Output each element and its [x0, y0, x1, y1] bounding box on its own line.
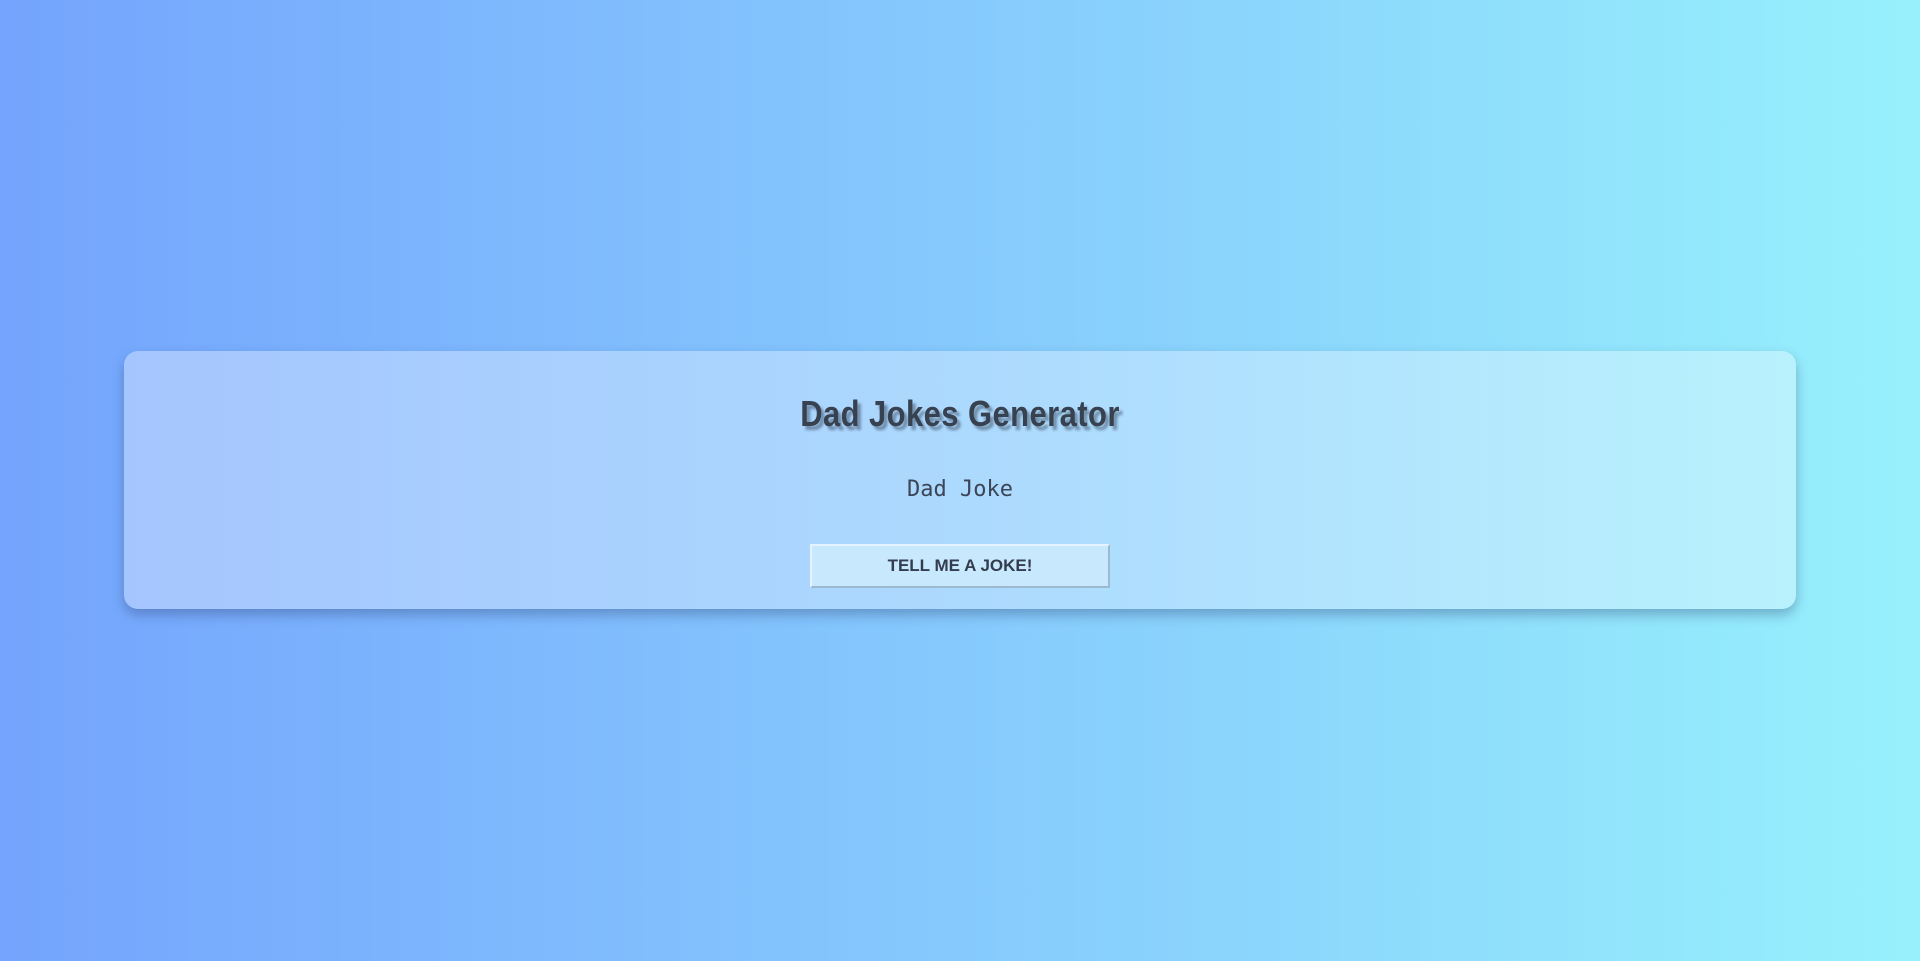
joke-card: Dad Jokes Generator Dad Joke TELL ME A J… [124, 351, 1796, 609]
joke-text: Dad Joke [907, 477, 1013, 502]
tell-joke-button[interactable]: TELL ME A JOKE! [810, 544, 1110, 588]
page-title: Dad Jokes Generator [800, 393, 1120, 434]
